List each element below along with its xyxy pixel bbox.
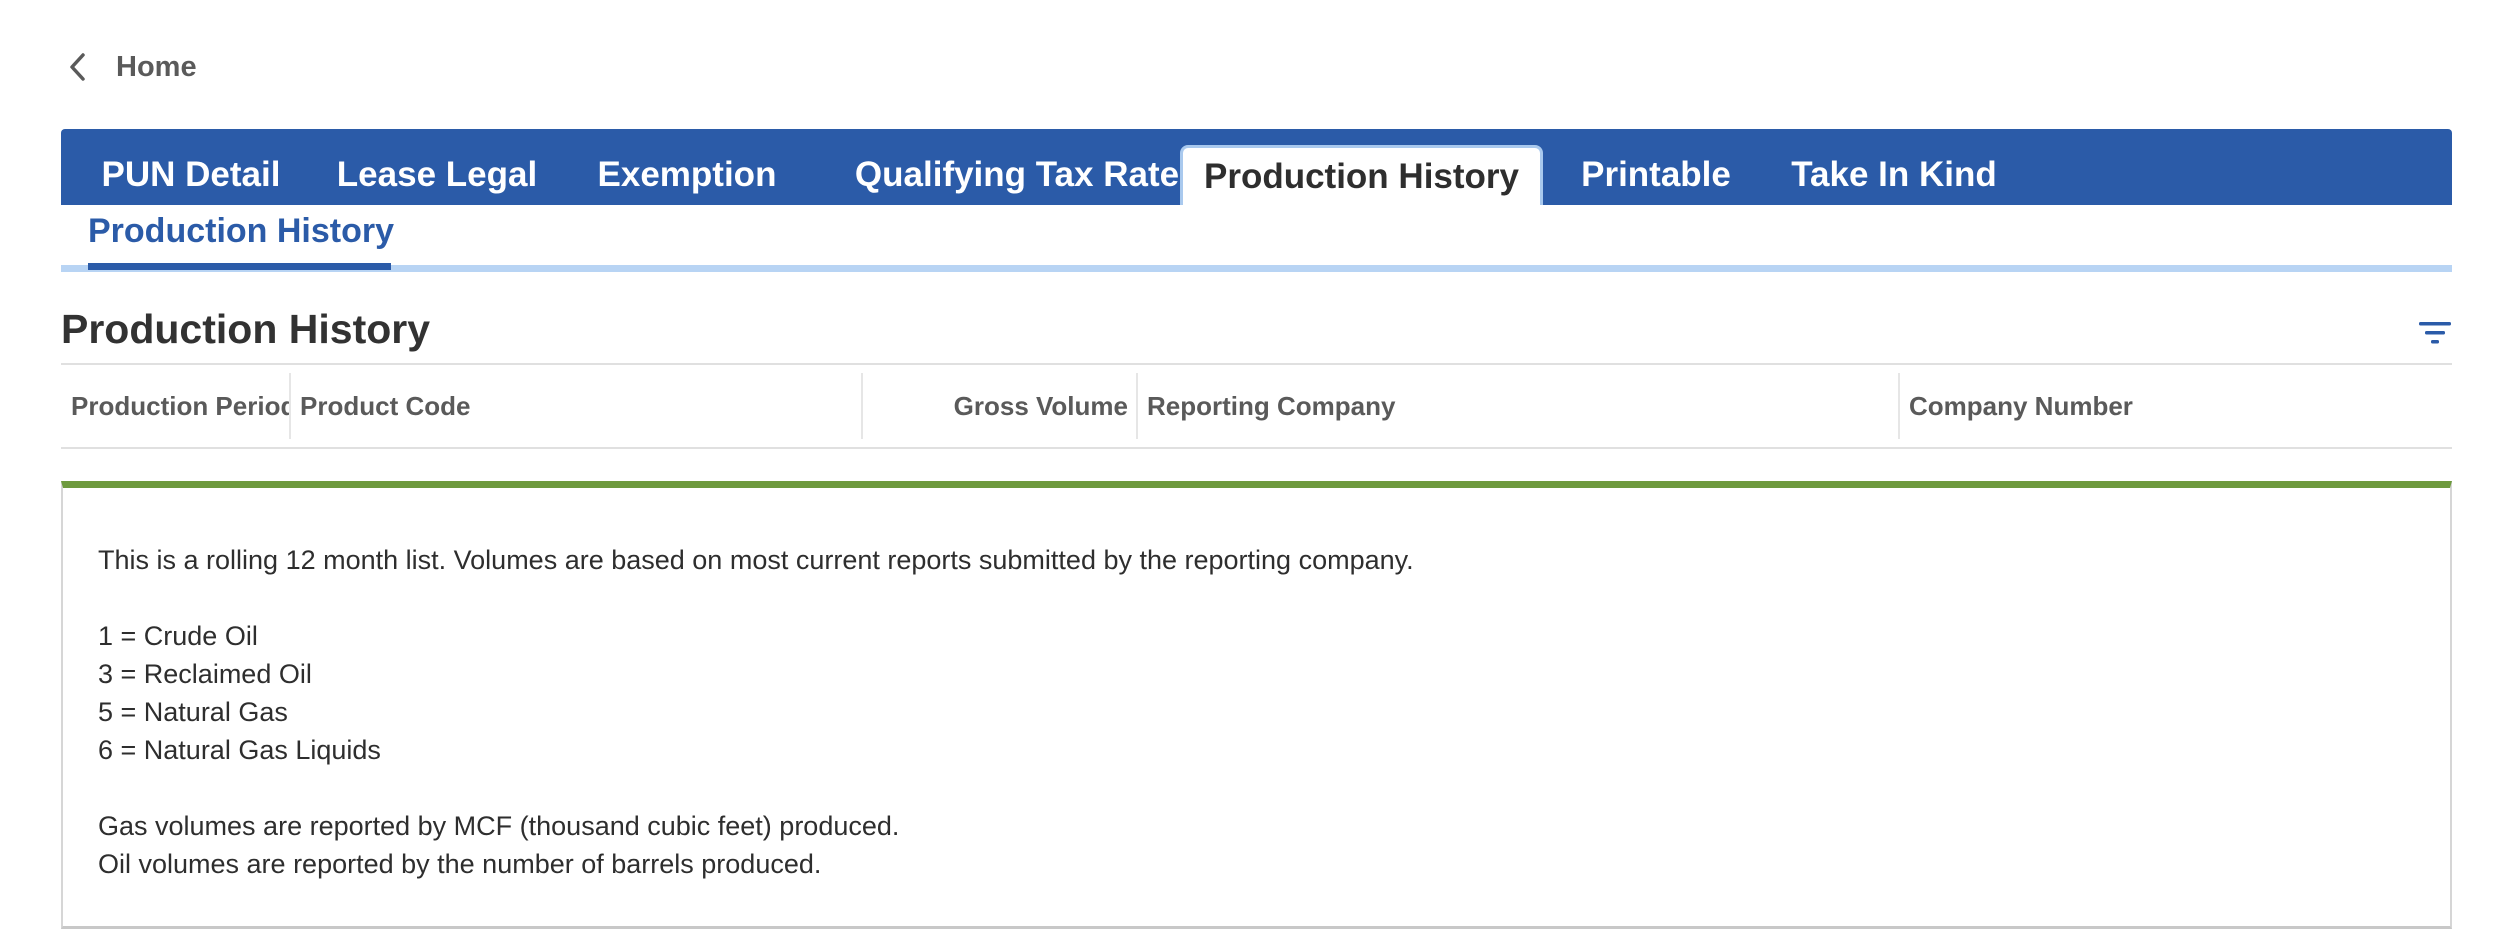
column-header-company-number[interactable]: Company Number xyxy=(1900,373,2440,439)
info-intro-text: This is a rolling 12 month list. Volumes… xyxy=(98,545,1414,575)
tab-pun-detail[interactable]: PUN Detail xyxy=(91,145,291,205)
tab-exemption[interactable]: Exemption xyxy=(581,145,793,205)
section-title: Production History xyxy=(61,306,431,352)
filter-button[interactable] xyxy=(2418,318,2452,348)
subtab-active-indicator xyxy=(88,263,391,270)
product-code-legend-item: 3 = Reclaimed Oil xyxy=(98,659,312,689)
info-note-oil: Oil volumes are reported by the number o… xyxy=(98,849,822,879)
back-link-label: Home xyxy=(116,50,197,83)
column-header-production-period[interactable]: Production Period xyxy=(71,373,291,439)
product-code-legend-item: 6 = Natural Gas Liquids xyxy=(98,735,381,765)
product-code-legend-item: 1 = Crude Oil xyxy=(98,621,258,651)
page: Home PUN Detail Lease Legal Exemption Qu… xyxy=(0,0,2510,940)
subtab-production-history[interactable]: Production History xyxy=(88,212,394,266)
tab-take-in-kind[interactable]: Take In Kind xyxy=(1774,145,2014,205)
filter-icon xyxy=(2418,322,2452,352)
column-header-gross-volume[interactable]: Gross Volume xyxy=(863,373,1138,439)
tab-production-history[interactable]: Production History xyxy=(1180,145,1543,205)
tab-printable[interactable]: Printable xyxy=(1566,145,1746,205)
chevron-left-icon xyxy=(68,51,88,83)
back-home-link[interactable]: Home xyxy=(68,46,197,88)
product-code-legend-item: 5 = Natural Gas xyxy=(98,697,288,727)
column-header-product-code[interactable]: Product Code xyxy=(291,373,863,439)
column-header-reporting-company[interactable]: Reporting Company xyxy=(1138,373,1900,439)
tab-bar: PUN Detail Lease Legal Exemption Qualify… xyxy=(61,129,2452,205)
info-note-gas: Gas volumes are reported by MCF (thousan… xyxy=(98,811,900,841)
tab-qualifying-tax-rate[interactable]: Qualifying Tax Rate xyxy=(827,145,1207,205)
table-header: Production Period Product Code Gross Vol… xyxy=(61,365,2452,449)
info-panel: This is a rolling 12 month list. Volumes… xyxy=(61,481,2452,929)
tab-lease-legal[interactable]: Lease Legal xyxy=(325,145,549,205)
subtab-divider xyxy=(61,265,2452,272)
